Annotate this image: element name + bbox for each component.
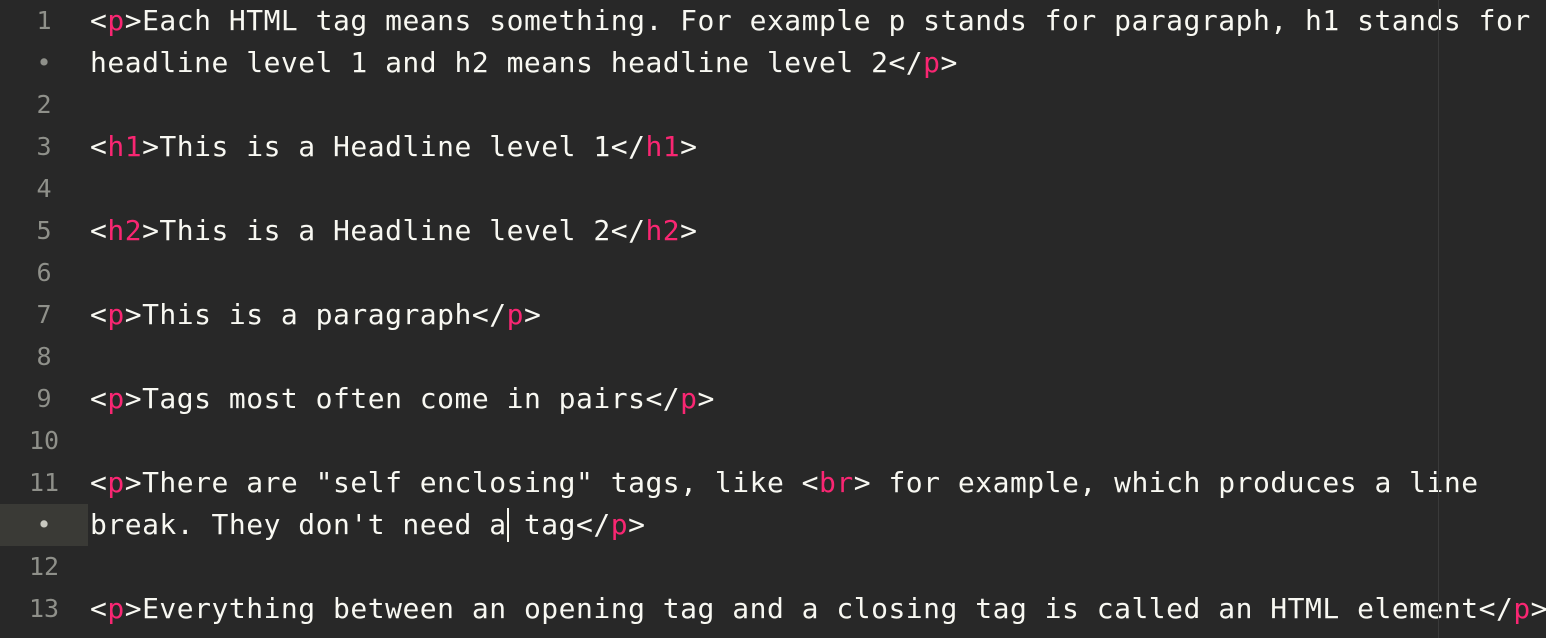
- tag-name-token: h2: [645, 214, 681, 247]
- line-number-text: 12: [28, 552, 60, 581]
- line-number-text: 7: [36, 300, 52, 329]
- tag-name-token: p: [923, 46, 941, 79]
- code-line[interactable]: <h1>This is a Headline level 1</h1>: [88, 126, 1546, 168]
- tag-name-token: p: [107, 466, 125, 499]
- text-token: >: [940, 46, 958, 79]
- code-line[interactable]: <p>This is a paragraph</p>: [88, 294, 1546, 336]
- line-number: 4: [0, 168, 88, 210]
- code-line[interactable]: <p>There are "self enclosing" tags, like…: [88, 462, 1546, 504]
- line-number: 5: [0, 210, 88, 252]
- line-number-text: 8: [36, 342, 52, 371]
- line-number: 11: [0, 462, 88, 504]
- code-line[interactable]: [88, 336, 1546, 378]
- line-number-text: 1: [36, 6, 52, 35]
- tag-name-token: h2: [107, 214, 143, 247]
- text-token: >: [523, 298, 542, 331]
- code-line[interactable]: break. They don't need a tag</p>: [88, 504, 1546, 546]
- line-number-text: 6: [36, 258, 52, 287]
- line-number-text: 13: [28, 594, 60, 623]
- line-number: 3: [0, 126, 88, 168]
- text-token: <: [90, 214, 108, 247]
- line-number-text: 4: [36, 174, 52, 203]
- code-line[interactable]: headline level 1 and h2 means headline l…: [88, 42, 1546, 84]
- text-token: >This is a paragraph</: [124, 298, 507, 331]
- text-token: >This is a Headline level 2</: [142, 214, 646, 247]
- code-area[interactable]: <p>Each HTML tag means something. For ex…: [88, 0, 1546, 638]
- text-token: <: [90, 592, 108, 625]
- line-number-text: 5: [36, 216, 52, 245]
- line-number-text: 9: [36, 384, 52, 413]
- tag-name-token: p: [107, 4, 125, 37]
- code-editor[interactable]: 1 • 2 3 4 5 6 7 8 9 10 11 • 12 13 <p>Each HTML tag mea…: [0, 0, 1546, 638]
- wrap-dot: •: [36, 510, 52, 539]
- code-line[interactable]: <p>Everything between an opening tag and…: [88, 588, 1546, 630]
- code-line[interactable]: <h2>This is a Headline level 2</h2>: [88, 210, 1546, 252]
- line-number-text: 2: [36, 90, 52, 119]
- wrap-indicator: •: [0, 504, 88, 546]
- line-number: 1: [0, 0, 88, 42]
- tag-name-token: p: [680, 382, 698, 415]
- line-number: 9: [0, 378, 88, 420]
- text-token: <: [90, 4, 108, 37]
- text-token: >This is a Headline level 1</: [142, 130, 646, 163]
- tag-name-token: br: [819, 466, 854, 499]
- code-line[interactable]: [88, 84, 1546, 126]
- text-token: >: [680, 130, 698, 163]
- text-token: >Tags most often come in pairs</: [124, 382, 681, 415]
- line-number-text: 3: [36, 132, 52, 161]
- text-token: > for example, which produces a line: [853, 466, 1479, 499]
- text-token: >: [697, 382, 715, 415]
- tag-name-token: h1: [107, 130, 143, 163]
- code-line[interactable]: <p>Each HTML tag means something. For ex…: [88, 0, 1546, 42]
- text-cursor: [506, 508, 509, 542]
- line-number: 12: [0, 546, 88, 588]
- code-line[interactable]: [88, 420, 1546, 462]
- text-token: >: [680, 214, 698, 247]
- tag-name-token: h1: [645, 130, 681, 163]
- line-number: 6: [0, 252, 88, 294]
- tag-name-token: p: [107, 298, 125, 331]
- tag-name-token: p: [107, 382, 125, 415]
- text-token: <: [90, 130, 108, 163]
- wrap-guide: [1438, 0, 1439, 638]
- tag-name-token: p: [610, 508, 629, 541]
- text-token: >There are "self enclosing" tags, like <: [124, 466, 820, 499]
- line-number: 2: [0, 84, 88, 126]
- text-token: >: [1530, 592, 1546, 625]
- code-line[interactable]: <p>Tags most often come in pairs</p>: [88, 378, 1546, 420]
- text-token: >Each HTML tag means something. For exam…: [124, 4, 1531, 37]
- text-token: >: [628, 508, 646, 541]
- line-number-gutter: 1 • 2 3 4 5 6 7 8 9 10 11 • 12 13: [0, 0, 88, 638]
- wrap-indicator: •: [0, 42, 88, 84]
- code-line[interactable]: [88, 546, 1546, 588]
- tag-name-token: p: [506, 298, 524, 331]
- wrap-dot: •: [36, 48, 52, 77]
- line-number: 10: [0, 420, 88, 462]
- tag-name-token: p: [1513, 592, 1531, 625]
- code-line[interactable]: [88, 168, 1546, 210]
- text-token: <: [90, 466, 108, 499]
- text-token: >Everything between an opening tag and a…: [124, 592, 1514, 625]
- line-number-text: 11: [28, 468, 60, 497]
- tag-name-token: p: [107, 592, 125, 625]
- text-token: <: [90, 382, 108, 415]
- line-number: 8: [0, 336, 88, 378]
- code-line[interactable]: [88, 252, 1546, 294]
- line-number: 13: [0, 588, 88, 630]
- text-token: <: [90, 298, 108, 331]
- line-number: 7: [0, 294, 88, 336]
- text-token: headline level 1 and h2 means headline l…: [90, 46, 924, 79]
- text-token: break. They don't need a tag</: [90, 508, 611, 541]
- line-number-text: 10: [28, 426, 60, 455]
